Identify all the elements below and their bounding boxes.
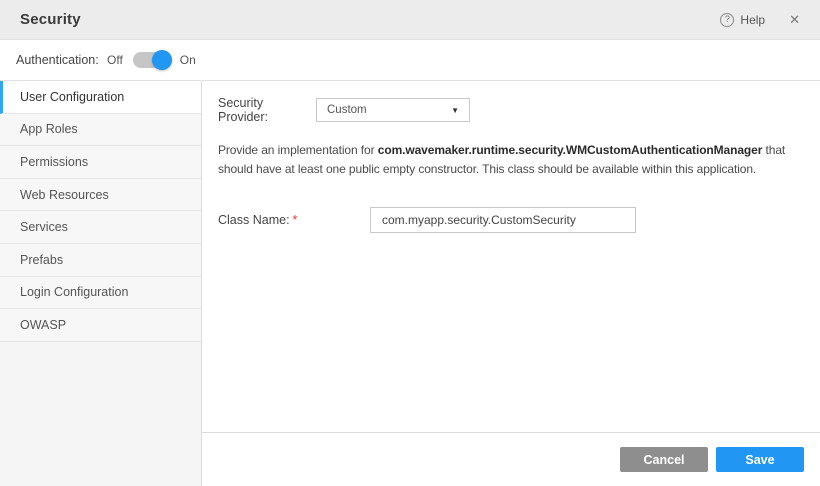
security-provider-select[interactable]: Custom ▼ [316, 98, 470, 122]
class-name-input[interactable] [370, 207, 636, 233]
sidebar-item-app-roles[interactable]: App Roles [0, 114, 201, 147]
sidebar-item-permissions[interactable]: Permissions [0, 146, 201, 179]
toggle-on-label: On [180, 53, 196, 67]
sidebar-item-user-configuration[interactable]: User Configuration [0, 81, 201, 114]
sidebar-item-owasp[interactable]: OWASP [0, 309, 201, 342]
help-label: Help [740, 13, 765, 27]
security-provider-value: Custom [327, 104, 367, 116]
page-header: Security ? Help ✕ [0, 0, 820, 40]
sidebar-item-login-configuration[interactable]: Login Configuration [0, 277, 201, 310]
page-title: Security [20, 11, 81, 28]
help-button[interactable]: ? Help [720, 13, 765, 27]
sidebar-item-label: App Roles [20, 122, 78, 136]
save-button[interactable]: Save [716, 447, 804, 472]
authentication-row: Authentication: Off On [0, 40, 820, 81]
chevron-down-icon: ▼ [451, 106, 459, 115]
authentication-toggle[interactable] [133, 52, 170, 68]
sidebar-item-label: Prefabs [20, 253, 63, 267]
sidebar-item-label: Web Resources [20, 188, 109, 202]
sidebar-item-label: OWASP [20, 318, 66, 332]
required-asterisk: * [293, 213, 298, 227]
sidebar-item-prefabs[interactable]: Prefabs [0, 244, 201, 277]
dialog-body: User Configuration App Roles Permissions… [0, 81, 820, 486]
authentication-label: Authentication: [16, 53, 107, 67]
sidebar-item-web-resources[interactable]: Web Resources [0, 179, 201, 212]
help-icon: ? [720, 13, 734, 27]
security-provider-label: Security Provider: [218, 96, 316, 124]
provider-description: Provide an implementation for com.wavema… [218, 141, 818, 179]
sidebar-item-label: Login Configuration [20, 285, 128, 299]
toggle-off-label: Off [107, 53, 123, 67]
sidebar-item-label: User Configuration [20, 90, 124, 104]
toggle-knob [152, 50, 172, 70]
sidebar-item-label: Services [20, 220, 68, 234]
sidebar-item-label: Permissions [20, 155, 88, 169]
security-sidebar: User Configuration App Roles Permissions… [0, 81, 202, 486]
cancel-button[interactable]: Cancel [620, 447, 708, 472]
sidebar-item-services[interactable]: Services [0, 211, 201, 244]
class-name-row: Class Name:* [218, 207, 636, 233]
header-actions: ? Help ✕ [720, 13, 800, 27]
security-provider-row: Security Provider: Custom ▼ [218, 96, 470, 124]
class-name-label-wrap: Class Name:* [218, 213, 370, 227]
user-configuration-panel: Security Provider: Custom ▼ Provide an i… [202, 81, 820, 486]
description-class-name: com.wavemaker.runtime.security.WMCustomA… [378, 143, 763, 157]
description-text-before: Provide an implementation for [218, 143, 378, 157]
security-dialog: Security ? Help ✕ Authentication: Off On… [0, 0, 820, 486]
close-icon[interactable]: ✕ [789, 13, 800, 26]
class-name-label: Class Name: [218, 213, 290, 227]
action-footer: Cancel Save [202, 432, 820, 486]
